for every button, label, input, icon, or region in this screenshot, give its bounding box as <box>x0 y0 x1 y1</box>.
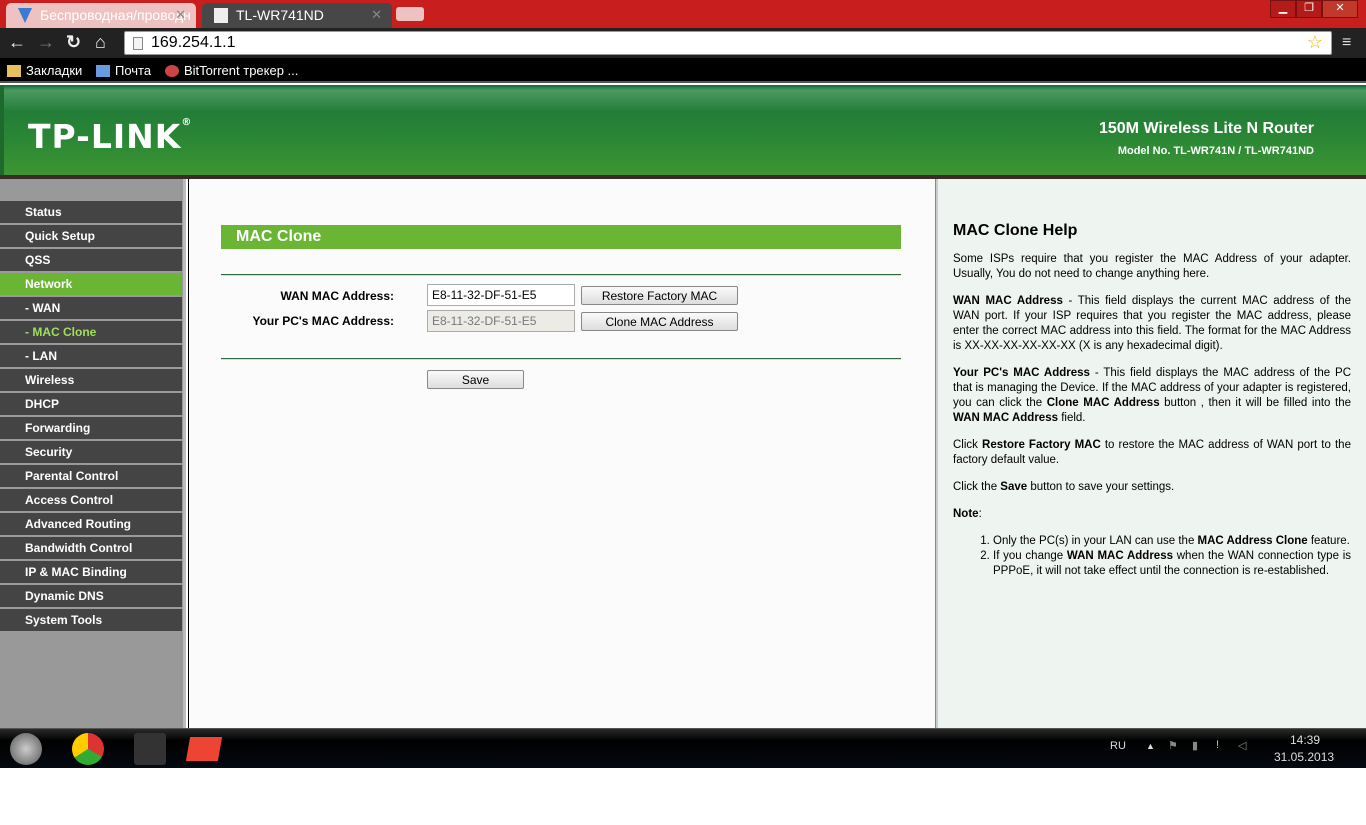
bookmark-folder[interactable]: Закладки <box>7 63 82 78</box>
address-bar[interactable]: 169.254.1.1 ☆ <box>124 31 1332 55</box>
power-icon[interactable]: ▮ <box>1192 739 1198 752</box>
volume-icon[interactable]: ◁ <box>1238 739 1246 752</box>
reload-icon[interactable]: ↻ <box>66 32 81 53</box>
sidebar-item-security[interactable]: Security <box>0 441 182 463</box>
divider <box>221 358 901 360</box>
tab-router[interactable]: TL-WR741ND ✕ <box>202 3 392 28</box>
page-icon <box>133 37 143 50</box>
help-intro: Some ISPs require that you register the … <box>953 253 1351 280</box>
help-panel: MAC Clone Help Some ISPs require that yo… <box>938 179 1366 728</box>
mail-icon <box>96 64 110 77</box>
router-header: TP-LINK® 150M Wireless Lite N Router Mod… <box>0 85 1366 175</box>
help-pc-mac: Your PC's MAC Address - This field displ… <box>953 367 1352 424</box>
wan-mac-label: WAN MAC Address: <box>280 289 394 303</box>
sidebar-item-access-control[interactable]: Access Control <box>0 489 182 511</box>
back-icon[interactable]: ← <box>8 32 26 53</box>
speaker-app-icon[interactable] <box>134 733 166 765</box>
menu-icon[interactable]: ≡ <box>1342 34 1356 52</box>
chrome-taskbar-icon[interactable] <box>72 733 104 765</box>
help-notes-list: Only the PC(s) in your LAN can use the M… <box>993 534 1351 579</box>
sidebar-item-status[interactable]: Status <box>0 201 182 223</box>
product-name: 150M Wireless Lite N Router <box>1098 120 1314 137</box>
minimize-button[interactable]: ▁ <box>1270 0 1296 18</box>
model-number: Model No. TL-WR741N / TL-WR741ND <box>1117 145 1314 157</box>
network-warning-icon[interactable]: ! <box>1216 739 1219 751</box>
tab-wireless-settings[interactable]: Беспроводная/проводн ✕ <box>6 3 196 28</box>
language-indicator[interactable]: RU <box>1110 740 1126 752</box>
av-app-icon[interactable] <box>185 737 223 761</box>
sidebar-item-advanced-routing[interactable]: Advanced Routing <box>0 513 182 535</box>
sidebar-item-quick-setup[interactable]: Quick Setup <box>0 225 182 247</box>
start-button-icon[interactable] <box>10 733 42 765</box>
divider <box>221 274 901 276</box>
home-icon[interactable]: ⌂ <box>95 32 106 53</box>
sidebar-item-dhcp[interactable]: DHCP <box>0 393 182 415</box>
restore-factory-mac-button[interactable]: Restore Factory MAC <box>581 286 738 305</box>
help-save: Click the Save button to save your setti… <box>953 481 1175 493</box>
help-title: MAC Clone Help <box>953 222 1078 239</box>
sidebar-item-ip-mac-binding[interactable]: IP & MAC Binding <box>0 561 182 583</box>
sidebar-item-wireless[interactable]: Wireless <box>0 369 182 391</box>
tray-expand-icon[interactable]: ▲ <box>1146 741 1155 751</box>
bookmarks-bar: Закладки Почта BitTorrent трекер ... <box>0 58 1366 83</box>
sidebar-item-network[interactable]: Network <box>0 273 182 295</box>
bookmark-bittorrent[interactable]: BitTorrent трекер ... <box>165 63 298 78</box>
help-wan-mac: WAN MAC Address - This field displays th… <box>953 295 1352 352</box>
help-restore: Click Restore Factory MAC to restore the… <box>953 439 1351 466</box>
sidebar-item-qss[interactable]: QSS <box>0 249 182 271</box>
folder-icon <box>7 64 21 77</box>
save-button[interactable]: Save <box>427 370 524 389</box>
close-tab-icon[interactable]: ✕ <box>371 7 382 23</box>
bookmark-star-icon[interactable]: ☆ <box>1307 32 1323 53</box>
new-tab-button[interactable] <box>396 7 424 21</box>
wan-mac-input[interactable] <box>427 284 575 306</box>
tab-favicon-icon <box>18 8 32 23</box>
browser-tab-strip: Беспроводная/проводн ✕ TL-WR741ND ✕ ▁ ❐ ✕ <box>0 0 1366 28</box>
tp-link-logo: TP-LINK® <box>28 117 193 156</box>
sidebar-item-mac-clone[interactable]: - MAC Clone <box>0 321 182 343</box>
flag-icon[interactable]: ⚑ <box>1168 739 1178 752</box>
close-tab-icon[interactable]: ✕ <box>175 7 186 23</box>
bookmark-mail[interactable]: Почта <box>96 63 151 78</box>
forward-icon[interactable]: → <box>37 32 55 53</box>
pc-mac-input <box>427 310 575 332</box>
restore-button[interactable]: ❐ <box>1296 0 1322 18</box>
page-title: MAC Clone <box>221 225 901 249</box>
clone-mac-address-button[interactable]: Clone MAC Address <box>581 312 738 331</box>
clock-time[interactable]: 14:39 <box>1290 733 1320 747</box>
sidebar-item-wan[interactable]: - WAN <box>0 297 182 319</box>
sidebar-item-dynamic-dns[interactable]: Dynamic DNS <box>0 585 182 607</box>
page-icon <box>214 8 228 23</box>
sidebar-item-system-tools[interactable]: System Tools <box>0 609 182 631</box>
main-content: MAC Clone WAN MAC Address: Restore Facto… <box>188 179 935 728</box>
close-window-button[interactable]: ✕ <box>1322 0 1358 18</box>
sidebar-item-lan[interactable]: - LAN <box>0 345 182 367</box>
help-note: Note: <box>953 508 982 520</box>
sidebar-item-bandwidth-control[interactable]: Bandwidth Control <box>0 537 182 559</box>
sidebar-item-forwarding[interactable]: Forwarding <box>0 417 182 439</box>
clock-date[interactable]: 31.05.2013 <box>1274 750 1334 764</box>
note-item: If you change WAN MAC Address when the W… <box>993 549 1351 579</box>
note-item: Only the PC(s) in your LAN can use the M… <box>993 534 1351 549</box>
sidebar-item-parental-control[interactable]: Parental Control <box>0 465 182 487</box>
sidebar-menu: Status Quick Setup QSS Network - WAN - MAC Cl… <box>0 179 186 728</box>
pc-mac-label: Your PC's MAC Address: <box>252 314 394 328</box>
bittorrent-icon <box>165 64 179 77</box>
taskbar: RU ▲ ⚑ ▮ ! ◁ 14:39 31.05.2013 <box>0 728 1366 768</box>
browser-toolbar: ← → ↻ ⌂ 169.254.1.1 ☆ ≡ <box>0 28 1366 58</box>
